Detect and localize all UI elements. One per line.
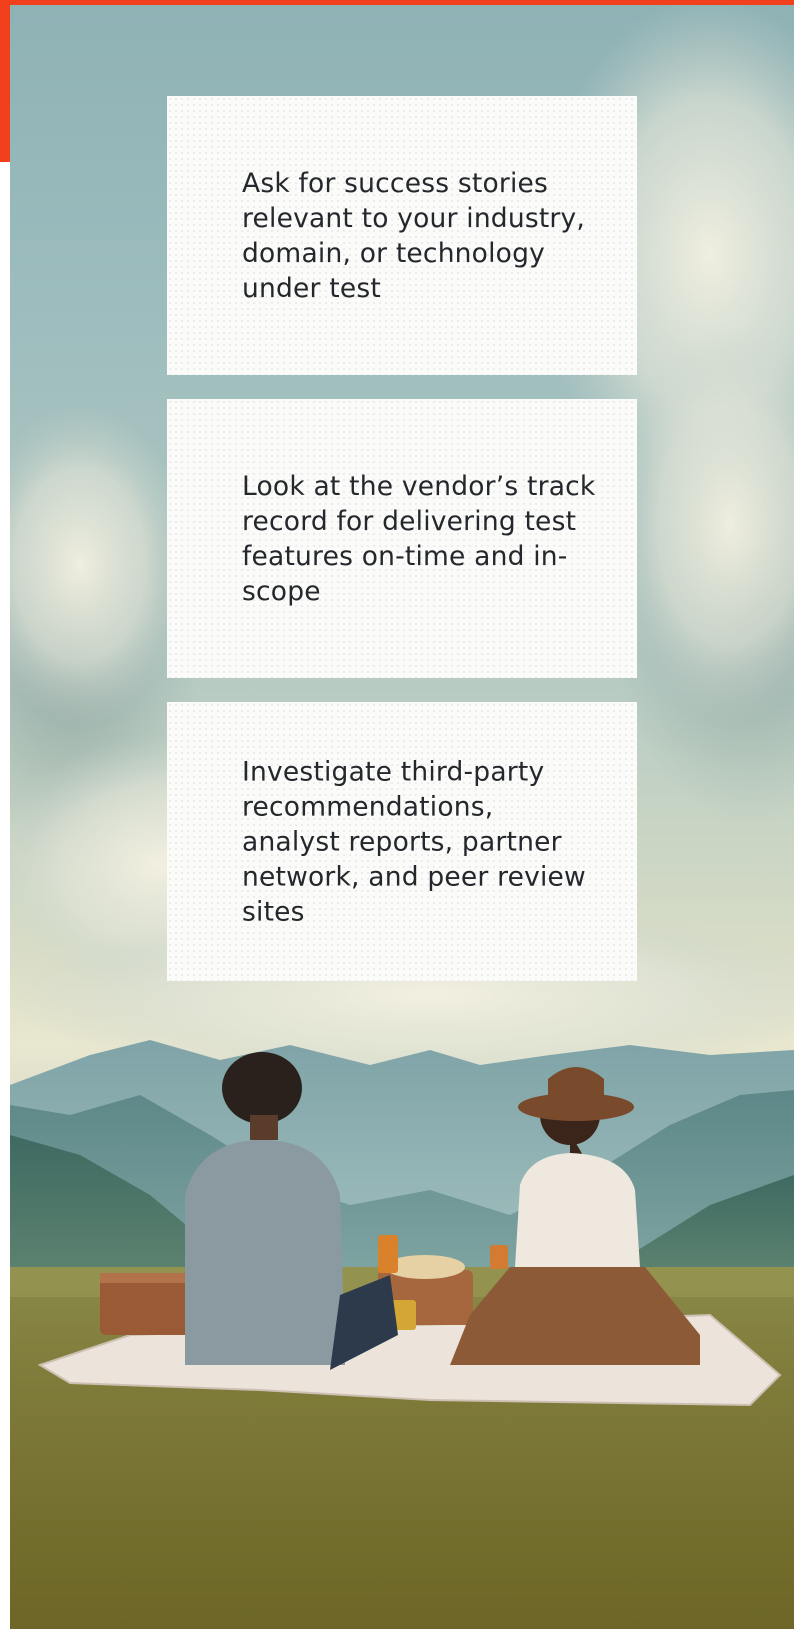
info-card-3: Investigate third-party recommendations,… bbox=[167, 702, 637, 981]
info-card-2-text: Look at the vendor’s track record for de… bbox=[242, 470, 596, 607]
page: Ask for success stories relevant to your… bbox=[0, 0, 794, 1629]
info-card-1-text: Ask for success stories relevant to your… bbox=[242, 167, 586, 304]
info-card-3-text: Investigate third-party recommendations,… bbox=[242, 756, 586, 927]
info-card-2: Look at the vendor’s track record for de… bbox=[167, 399, 637, 678]
accent-bar-left bbox=[0, 0, 10, 162]
info-card-1: Ask for success stories relevant to your… bbox=[167, 96, 637, 375]
